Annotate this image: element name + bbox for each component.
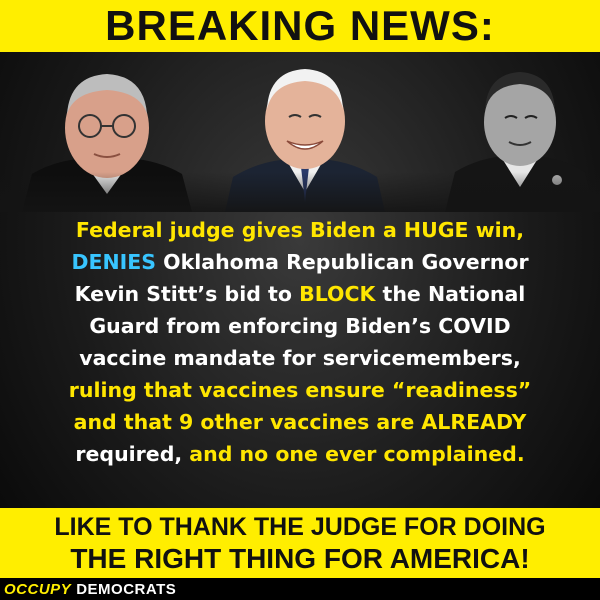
story-line: vaccine mandate for servicemembers, xyxy=(10,342,590,374)
story-segment: Guard from enforcing Biden’s COVID xyxy=(89,314,511,338)
brand-logo-democrats: DEMOCRATS xyxy=(76,580,177,598)
story-segment: Oklahoma Republican Governor xyxy=(156,250,529,274)
top-banner: BREAKING NEWS: xyxy=(0,0,600,52)
story-line: and that 9 other vaccines are ALREADY xyxy=(10,406,590,438)
story-segment: vaccine mandate for servicemembers, xyxy=(79,346,521,370)
story-segment: ruling that vaccines ensure “readiness” xyxy=(68,378,532,402)
brand-logo-occupy: OCCUPY xyxy=(4,580,72,598)
story-segment: and no one ever complained. xyxy=(189,442,525,466)
footer-brand: OCCUPY DEMOCRATS xyxy=(0,578,600,600)
story-segment: DENIES xyxy=(71,250,157,274)
story-segment: BLOCK xyxy=(299,282,376,306)
photo-strip xyxy=(0,52,600,212)
story-line: DENIES Oklahoma Republican Governor xyxy=(10,246,590,278)
cta-banner: LIKE TO THANK THE JUDGE FOR DOING THE RI… xyxy=(0,508,600,578)
story-line: Kevin Stitt’s bid to BLOCK the National xyxy=(10,278,590,310)
story-line: ruling that vaccines ensure “readiness” xyxy=(10,374,590,406)
headline: BREAKING NEWS: xyxy=(105,2,495,49)
story-segment: required, xyxy=(75,442,190,466)
story-segment: Federal judge gives Biden a HUGE win, xyxy=(75,218,525,242)
story-segment: the National xyxy=(375,282,526,306)
cta-line-2: THE RIGHT THING FOR AMERICA! xyxy=(70,543,530,574)
cta-line-1: LIKE TO THANK THE JUDGE FOR DOING xyxy=(54,513,546,541)
story-segment: and that 9 other vaccines are ALREADY xyxy=(73,410,527,434)
photo-fade xyxy=(0,172,600,212)
story-line: Federal judge gives Biden a HUGE win, xyxy=(10,214,590,246)
story-segment: Kevin Stitt’s bid to xyxy=(74,282,300,306)
story-line: Guard from enforcing Biden’s COVID xyxy=(10,310,590,342)
story-text: Federal judge gives Biden a HUGE win, DEN… xyxy=(10,214,590,470)
story-line: required, and no one ever complained. xyxy=(10,438,590,470)
meme-graphic: BREAKING NEWS: Federal judge gives Biden… xyxy=(0,0,600,600)
